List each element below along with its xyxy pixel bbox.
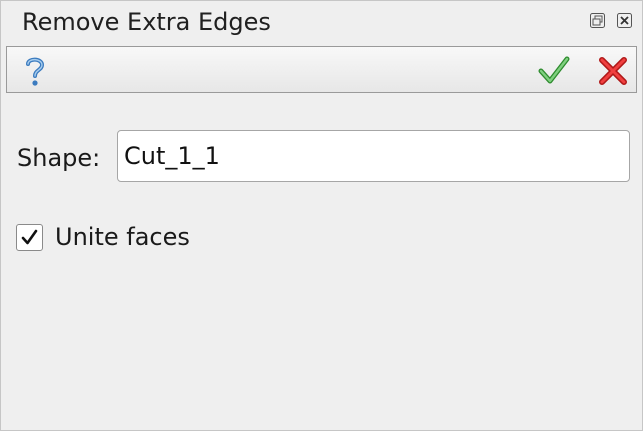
float-icon [590, 13, 605, 28]
remove-extra-edges-panel: Remove Extra Edges Shape: Cut_1_1 Unite … [0, 0, 643, 431]
action-toolbar [6, 46, 637, 93]
unite-faces-row[interactable]: Unite faces [16, 222, 190, 252]
unite-faces-checkbox[interactable] [16, 223, 43, 251]
help-button[interactable] [19, 55, 51, 87]
float-button[interactable] [590, 13, 605, 28]
panel-title: Remove Extra Edges [22, 8, 271, 36]
check-icon [21, 229, 38, 244]
close-button[interactable] [617, 13, 632, 28]
cancel-button[interactable] [597, 55, 629, 87]
close-icon [617, 13, 632, 28]
cross-icon [599, 57, 627, 85]
shape-input[interactable] [117, 130, 630, 182]
apply-button[interactable] [538, 55, 570, 87]
shape-label: Shape: [17, 144, 101, 172]
checkmark-icon [538, 56, 570, 84]
help-icon [26, 57, 45, 86]
unite-faces-label: Unite faces [55, 223, 190, 251]
title-bar: Remove Extra Edges [1, 1, 642, 43]
